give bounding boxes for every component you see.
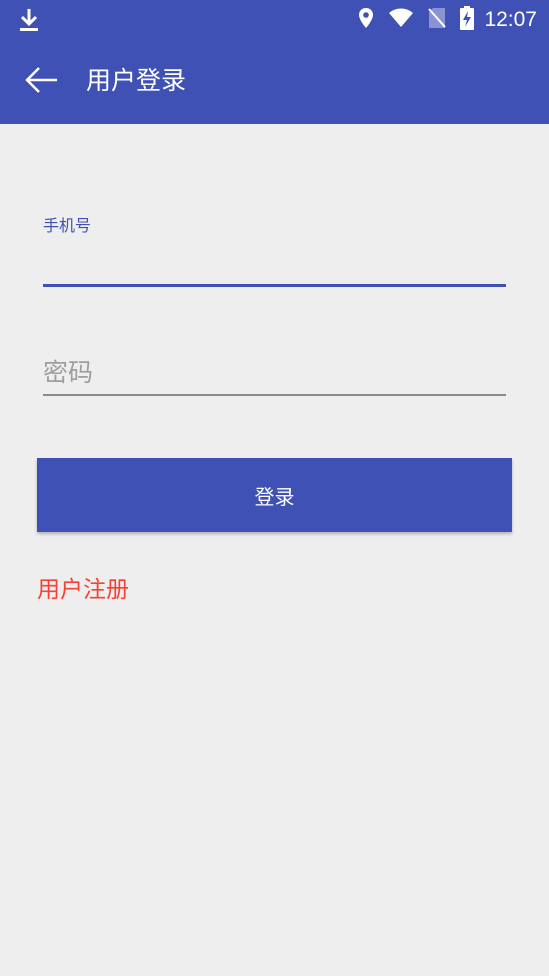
battery-charging-icon	[460, 6, 475, 34]
download-icon	[18, 7, 40, 33]
phone-field: 手机号	[43, 212, 506, 292]
status-time: 12:07	[484, 8, 537, 31]
page-title: 用户登录	[86, 66, 187, 95]
phone-underline	[43, 284, 506, 287]
wifi-icon	[388, 8, 414, 32]
status-icons: 12:07	[344, 0, 537, 40]
password-input[interactable]	[43, 352, 506, 392]
status-bar: 12:07	[0, 0, 549, 40]
app-bar: 用户登录	[0, 40, 549, 124]
register-link[interactable]: 用户注册	[37, 570, 129, 604]
back-button[interactable]	[22, 62, 62, 102]
location-icon	[358, 7, 374, 33]
password-underline	[43, 394, 506, 396]
no-sim-icon	[428, 7, 447, 33]
phone-label: 手机号	[43, 216, 92, 235]
password-field	[43, 350, 506, 400]
phone-input[interactable]	[43, 246, 506, 282]
arrow-left-icon	[25, 66, 59, 98]
login-button[interactable]: 登录	[37, 458, 512, 532]
